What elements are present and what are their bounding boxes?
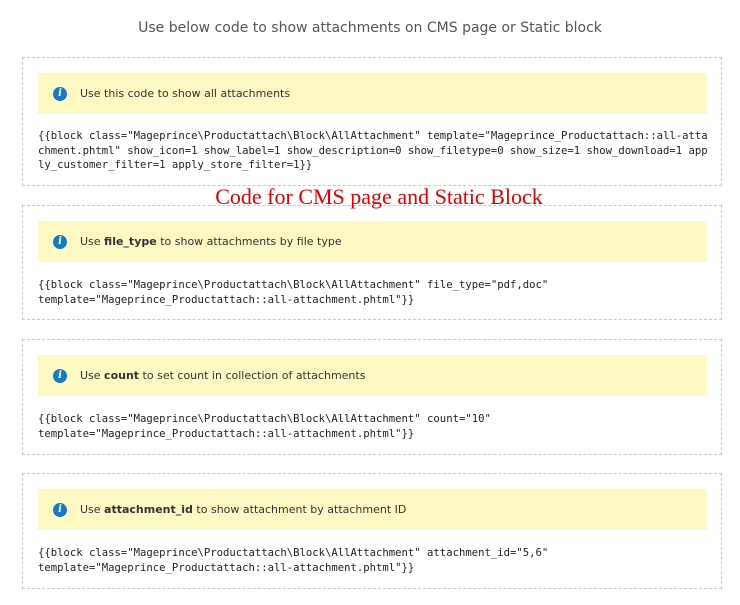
info-icon: i xyxy=(53,368,67,383)
code-snippet[interactable]: {{block class="Mageprince\Productattach\… xyxy=(38,546,713,575)
notice-message: i Use attachment_id to show attachment b… xyxy=(38,489,707,530)
code-section-attachment-id: i Use attachment_id to show attachment b… xyxy=(22,473,722,589)
notice-message: i Use count to set count in collection o… xyxy=(38,355,707,396)
info-icon: i xyxy=(53,234,67,249)
code-section-count: i Use count to set count in collection o… xyxy=(22,339,722,455)
notice-text: Use attachment_id to show attachment by … xyxy=(80,503,407,516)
notice-text: Use count to set count in collection of … xyxy=(80,369,366,382)
notice-text: Use file_type to show attachments by fil… xyxy=(80,235,342,248)
info-icon: i xyxy=(53,502,67,517)
code-section-file-type: i Use file_type to show attachments by f… xyxy=(22,205,722,320)
notice-message: i Use this code to show all attachments xyxy=(38,73,707,114)
code-snippet[interactable]: {{block class="Mageprince\Productattach\… xyxy=(38,412,713,441)
code-snippet[interactable]: {{block class="Mageprince\Productattach\… xyxy=(38,278,713,307)
page-title: Use below code to show attachments on CM… xyxy=(138,20,602,36)
overlay-caption: Code for CMS page and Static Block xyxy=(215,184,543,209)
info-icon: i xyxy=(53,86,67,101)
notice-message: i Use file_type to show attachments by f… xyxy=(38,221,707,262)
code-section-all-attachments: i Use this code to show all attachments … xyxy=(22,57,722,186)
notice-text: Use this code to show all attachments xyxy=(80,87,291,100)
code-snippet[interactable]: {{block class="Mageprince\Productattach\… xyxy=(38,129,713,173)
